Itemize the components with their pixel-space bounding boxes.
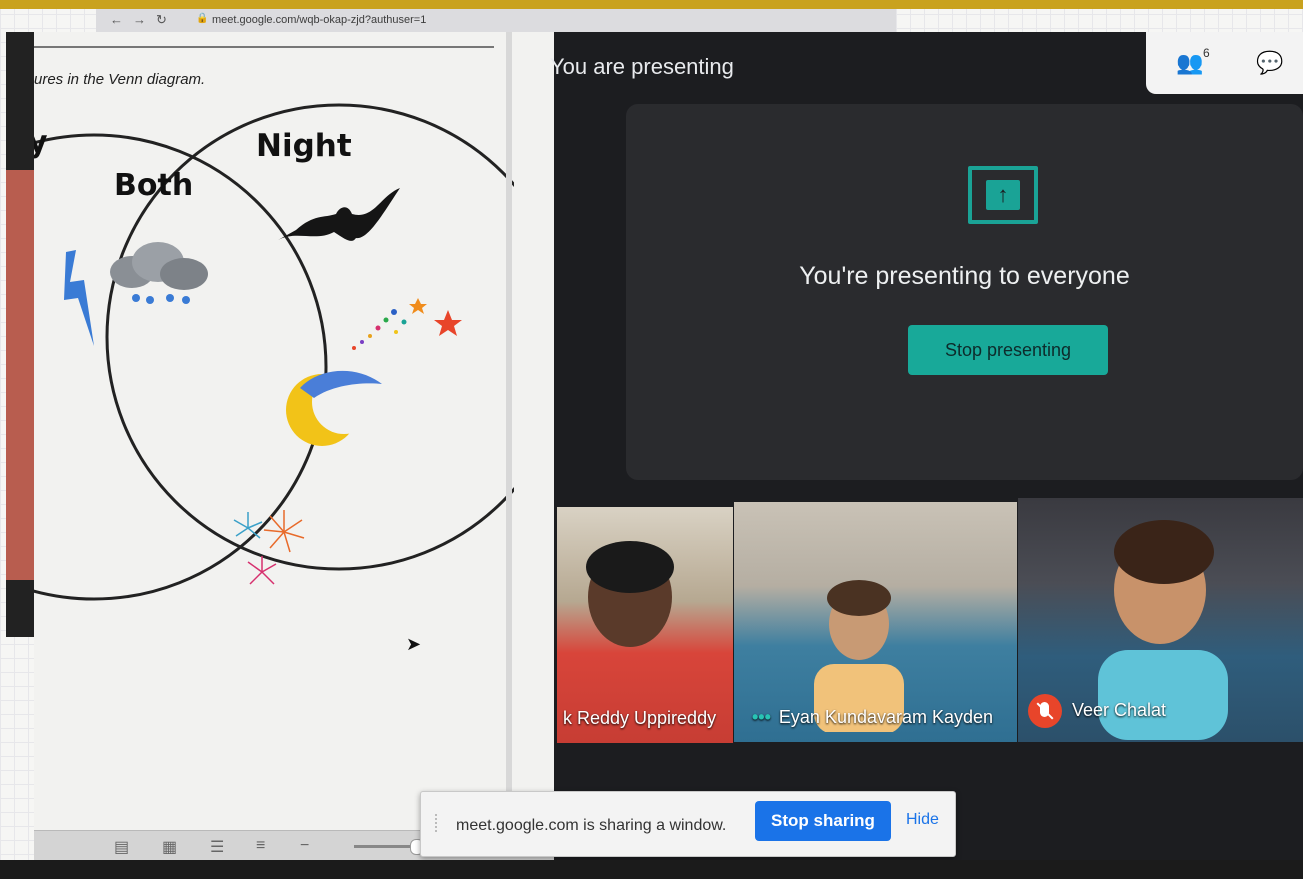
moon-icon: [286, 370, 382, 446]
back-icon[interactable]: ←: [110, 12, 133, 27]
forward-icon[interactable]: →: [133, 12, 156, 27]
bat-icon: [278, 188, 400, 241]
participant-name: ••• Eyan Kundavaram Kayden: [752, 707, 994, 727]
layout-icon[interactable]: ▦: [162, 837, 177, 857]
participant-tile[interactable]: k Reddy Uppireddy: [557, 507, 733, 743]
participant-tile[interactable]: ••• Eyan Kundavaram Kayden: [734, 502, 1017, 742]
document-scrollbar[interactable]: [506, 32, 512, 830]
stop-sharing-button[interactable]: Stop sharing: [755, 801, 891, 841]
shooting-stars-icon: [352, 298, 462, 350]
zoom-out-icon[interactable]: −: [300, 837, 309, 855]
lightning-icon: [64, 250, 94, 346]
cursor-arrow-icon: ➤: [406, 634, 422, 654]
document-viewer[interactable]: ures in the Venn diagram. y Both Night ➤: [34, 32, 554, 830]
address-bar[interactable]: meet.google.com/wqb-okap-zjd?authuser=1: [212, 14, 426, 26]
stop-presenting-button[interactable]: Stop presenting: [908, 325, 1108, 375]
chat-icon[interactable]: 💬: [1256, 50, 1283, 76]
participant-avatar: [586, 541, 674, 647]
worksheet-instruction: ures in the Venn diagram.: [34, 71, 206, 88]
venn-label-both: Both: [114, 168, 193, 203]
align-icon[interactable]: ≡: [256, 837, 265, 855]
worksheet-line: [34, 46, 494, 48]
monitor-bezel: [0, 860, 1303, 879]
reload-icon[interactable]: ↻: [156, 12, 177, 27]
drag-handle[interactable]: [435, 814, 443, 832]
meet-corner-panel: 👥 6 💬: [1146, 32, 1303, 94]
venn-label-left: y: [34, 125, 48, 160]
present-screen-icon: ↑: [968, 166, 1038, 224]
mic-off-icon: [1028, 694, 1062, 728]
background-fabric: [6, 170, 34, 580]
hide-link[interactable]: Hide: [906, 811, 939, 829]
nav-icons[interactable]: ←→↻: [110, 12, 177, 28]
participant-count: 6: [1203, 46, 1210, 60]
participant-name: k Reddy Uppireddy: [563, 708, 717, 728]
people-icon[interactable]: 👥: [1176, 50, 1203, 76]
view-icon[interactable]: ▤: [114, 837, 129, 857]
outline-icon[interactable]: ☰: [210, 837, 224, 857]
sharing-message: meet.google.com is sharing a window.: [456, 817, 727, 834]
participant-name: Veer Chalat: [1028, 694, 1166, 728]
top-strip: [0, 0, 1303, 9]
presenting-message: You're presenting to everyone: [799, 262, 1130, 290]
presentation-card: ↑ You're presenting to everyone Stop pre…: [626, 104, 1303, 480]
presenting-header: You are presenting: [550, 54, 734, 79]
venn-label-night: Night: [256, 128, 352, 164]
meet-window: You are presenting 👥 6 💬 ↑ You're presen…: [550, 32, 1303, 860]
venn-diagram: y Both Night: [34, 103, 514, 601]
participant-tile[interactable]: Veer Chalat: [1018, 498, 1303, 742]
screen-sharing-bar: meet.google.com is sharing a window. Sto…: [420, 791, 956, 857]
browser-toolbar: ←→↻ 🔒 meet.google.com/wqb-okap-zjd?authu…: [96, 9, 896, 33]
speaking-indicator-icon: •••: [752, 707, 771, 727]
lock-icon: 🔒: [196, 13, 209, 24]
